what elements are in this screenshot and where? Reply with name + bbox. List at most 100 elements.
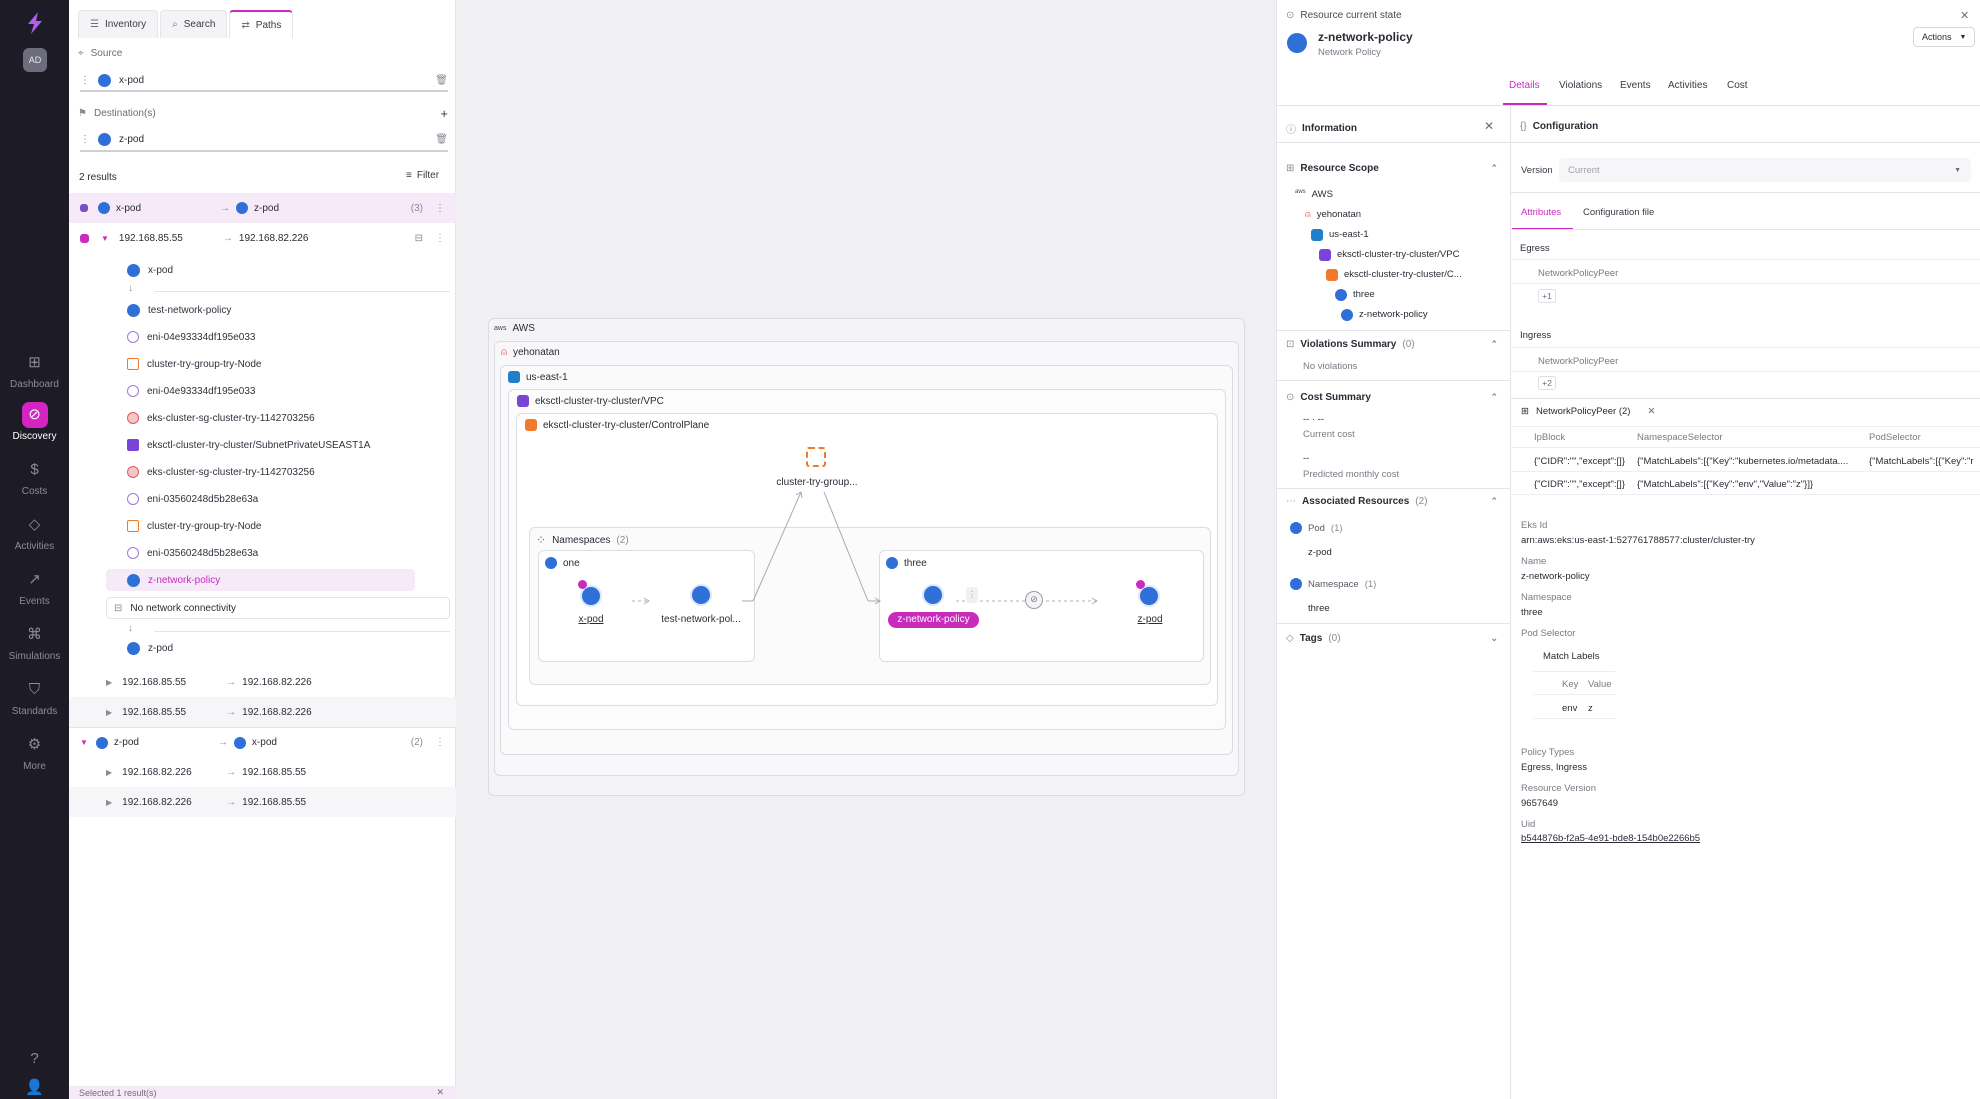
path-row[interactable]: ▶ 192.168.85.55 → 192.168.82.226 bbox=[69, 667, 456, 697]
egress-more-badge[interactable]: +1 bbox=[1538, 289, 1556, 303]
tags-header[interactable]: ◇ Tags (0) ⌄ bbox=[1286, 633, 1498, 644]
chevron-right-icon[interactable]: ▶ bbox=[106, 768, 112, 777]
network-policy-node-icon[interactable] bbox=[922, 584, 944, 606]
result-group-row[interactable]: x-pod → z-pod (3) ⋮ bbox=[69, 193, 456, 223]
nav-item-events[interactable]: ↗ Events bbox=[0, 567, 69, 607]
node-group-label[interactable]: cluster-try-group... bbox=[766, 477, 868, 488]
ingress-more-badge[interactable]: +2 bbox=[1538, 376, 1556, 390]
nav-item-dashboard[interactable]: ⊞ Dashboard bbox=[0, 350, 69, 390]
user-button[interactable]: 👤 bbox=[0, 1078, 69, 1099]
nav-item-simulations[interactable]: ⌘ Simulations bbox=[0, 622, 69, 662]
chevron-right-icon[interactable]: ▶ bbox=[106, 708, 112, 717]
tab-label: Paths bbox=[255, 19, 282, 31]
add-destination-button[interactable]: + bbox=[440, 106, 448, 121]
path-step[interactable]: eni-03560248d5b28e63a bbox=[127, 542, 258, 564]
z-pod-node-label[interactable]: z-pod bbox=[1120, 614, 1180, 625]
path-step[interactable]: cluster-try-group-try-Node bbox=[127, 353, 261, 375]
test-np-node-label[interactable]: test-network-pol... bbox=[651, 614, 751, 625]
scope-item[interactable]: three bbox=[1335, 289, 1375, 301]
node-group-icon[interactable] bbox=[806, 447, 826, 467]
avatar[interactable]: AD bbox=[23, 48, 47, 72]
path-step[interactable]: eni-03560248d5b28e63a bbox=[127, 488, 258, 510]
scope-item[interactable]: ⍝ yehonatan bbox=[1305, 209, 1361, 220]
tab-inventory[interactable]: ☰ Inventory bbox=[78, 10, 159, 38]
trash-icon[interactable]: 🗑 bbox=[435, 134, 448, 145]
violations-summary-header[interactable]: ⊡ Violations Summary (0) ⌃ bbox=[1286, 339, 1498, 350]
associated-namespace-link[interactable]: three bbox=[1308, 603, 1330, 614]
destination-field[interactable]: ⋮ z-pod 🗑 bbox=[80, 128, 448, 152]
path-step[interactable]: eks-cluster-sg-cluster-try-1142703256 bbox=[127, 461, 315, 483]
nav-item-costs[interactable]: $ Costs bbox=[0, 457, 69, 497]
path-step-selected[interactable]: z-network-policy bbox=[106, 569, 415, 591]
tab-events[interactable]: Events bbox=[1620, 80, 1651, 91]
close-icon[interactable]: ✕ bbox=[436, 1087, 444, 1098]
logo-icon[interactable] bbox=[22, 10, 48, 36]
associated-resources-header[interactable]: ⋯ Associated Resources (2) ⌃ bbox=[1286, 496, 1498, 507]
tab-details[interactable]: Details bbox=[1509, 80, 1540, 91]
tab-cost[interactable]: Cost bbox=[1727, 80, 1748, 91]
chevron-down-icon[interactable]: ▼ bbox=[101, 234, 109, 243]
chevron-right-icon[interactable]: ▶ bbox=[106, 798, 112, 807]
nav-item-standards[interactable]: ⛉ Standards bbox=[0, 677, 69, 717]
network-policy-node-icon[interactable] bbox=[690, 584, 712, 606]
path-from: 192.168.85.55 bbox=[122, 676, 187, 688]
tab-paths[interactable]: ⇄ Paths bbox=[229, 10, 294, 38]
path-row[interactable]: ▼ 192.168.85.55 → 192.168.82.226 ⊟ ⋮ bbox=[69, 223, 456, 253]
path-row[interactable]: ▶ 192.168.82.226 → 192.168.85.55 bbox=[69, 757, 456, 787]
trash-icon[interactable]: 🗑 bbox=[435, 75, 448, 86]
chevron-right-icon[interactable]: ▶ bbox=[106, 678, 112, 687]
help-button[interactable]: ? bbox=[0, 1046, 69, 1075]
x-pod-node-label[interactable]: x-pod bbox=[561, 614, 621, 625]
path-step[interactable]: eni-04e93334df195e033 bbox=[127, 380, 255, 402]
namespace-three[interactable] bbox=[879, 550, 1204, 662]
checkbox-checked[interactable] bbox=[80, 233, 89, 243]
drag-handle-icon[interactable]: ⋮ bbox=[80, 134, 90, 145]
section-title: Associated Resources bbox=[1302, 496, 1410, 507]
path-step[interactable]: cluster-try-group-try-Node bbox=[127, 515, 261, 537]
associated-pod-link[interactable]: z-pod bbox=[1308, 547, 1332, 558]
drag-handle-icon[interactable]: ⋮ bbox=[80, 75, 90, 86]
tab-violations[interactable]: Violations bbox=[1559, 80, 1602, 91]
uid-link[interactable]: b544876b-f2a5-4e91-bde8-154b0e2266b5 bbox=[1521, 833, 1700, 844]
version-select[interactable]: Current ▼ bbox=[1559, 158, 1971, 182]
tab-configuration-file[interactable]: Configuration file bbox=[1583, 207, 1654, 218]
resource-scope-header[interactable]: ⊞ Resource Scope ⌃ bbox=[1286, 163, 1498, 174]
chevron-down-icon[interactable]: ▼ bbox=[80, 738, 88, 747]
more-icon[interactable]: ⋮ bbox=[435, 233, 445, 244]
path-row[interactable]: ▶ 192.168.85.55 → 192.168.82.226 bbox=[69, 697, 456, 727]
tab-activities[interactable]: Activities bbox=[1668, 80, 1707, 91]
scope-item[interactable]: eksctl-cluster-try-cluster/C... bbox=[1326, 269, 1462, 281]
associated-pod-header[interactable]: Pod (1) bbox=[1290, 522, 1343, 534]
path-step[interactable]: z-pod bbox=[127, 637, 173, 659]
nav-item-discovery[interactable]: ⊘ Discovery bbox=[0, 402, 69, 442]
scope-item[interactable]: eksctl-cluster-try-cluster/VPC bbox=[1319, 249, 1459, 261]
actions-button[interactable]: Actions ▼ bbox=[1913, 27, 1976, 47]
result-group-row[interactable]: ▼ z-pod → x-pod (2) ⋮ bbox=[69, 727, 456, 757]
path-row[interactable]: ▶ 192.168.82.226 → 192.168.85.55 bbox=[69, 787, 456, 817]
cost-summary-header[interactable]: ⊙ Cost Summary ⌃ bbox=[1286, 392, 1498, 403]
checkbox[interactable] bbox=[80, 204, 88, 212]
close-info-button[interactable]: ✕ bbox=[1484, 119, 1494, 133]
path-step[interactable]: x-pod bbox=[127, 259, 173, 281]
scope-item[interactable]: aws AWS bbox=[1295, 189, 1333, 200]
more-icon[interactable]: ⋮ bbox=[435, 737, 445, 748]
path-step[interactable]: eks-cluster-sg-cluster-try-1142703256 bbox=[127, 407, 315, 429]
path-step[interactable]: eksctl-cluster-try-cluster/SubnetPrivate… bbox=[127, 434, 370, 456]
tab-attributes[interactable]: Attributes bbox=[1521, 207, 1561, 218]
scope-item[interactable]: us-east-1 bbox=[1311, 229, 1369, 241]
associated-namespace-header[interactable]: Namespace (1) bbox=[1290, 578, 1376, 590]
more-icon[interactable]: ⋮ bbox=[966, 587, 978, 603]
z-np-node-label[interactable]: z-network-policy bbox=[888, 612, 979, 628]
more-icon[interactable]: ⋮ bbox=[435, 203, 445, 214]
nav-item-more[interactable]: ⚙ More bbox=[0, 732, 69, 772]
close-panel-button[interactable]: ✕ bbox=[1960, 9, 1969, 22]
tab-search[interactable]: ⌕ Search bbox=[160, 10, 228, 38]
path-step[interactable]: eni-04e93334df195e033 bbox=[127, 326, 255, 348]
close-icon[interactable]: ✕ bbox=[1647, 406, 1655, 417]
nav-item-activities[interactable]: ◇ Activities bbox=[0, 512, 69, 552]
source-field[interactable]: ⋮ x-pod 🗑 bbox=[80, 70, 448, 92]
path-step[interactable]: test-network-policy bbox=[127, 299, 231, 321]
map-view-icon[interactable]: ⊟ bbox=[415, 233, 423, 244]
filter-button[interactable]: ≡ Filter bbox=[406, 170, 439, 181]
scope-item[interactable]: z-network-policy bbox=[1341, 309, 1428, 321]
